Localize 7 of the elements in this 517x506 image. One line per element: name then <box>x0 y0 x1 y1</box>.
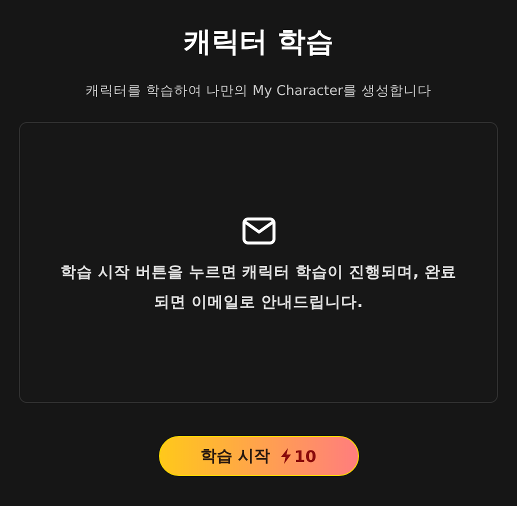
notice-message: 학습 시작 버튼을 누르면 캐릭터 학습이 진행되며, 완료되면 이메일로 안내드립니다. <box>60 262 457 312</box>
cost-value: 10 <box>294 446 316 466</box>
start-button[interactable]: 학습 시작 10 <box>158 436 358 476</box>
lightning-icon <box>280 448 292 464</box>
page-subtitle: 캐릭터를 학습하여 나만의 My Character를 생성합니다 <box>86 82 432 101</box>
mail-icon <box>242 216 276 244</box>
page-title: 캐릭터 학습 <box>184 24 334 60</box>
